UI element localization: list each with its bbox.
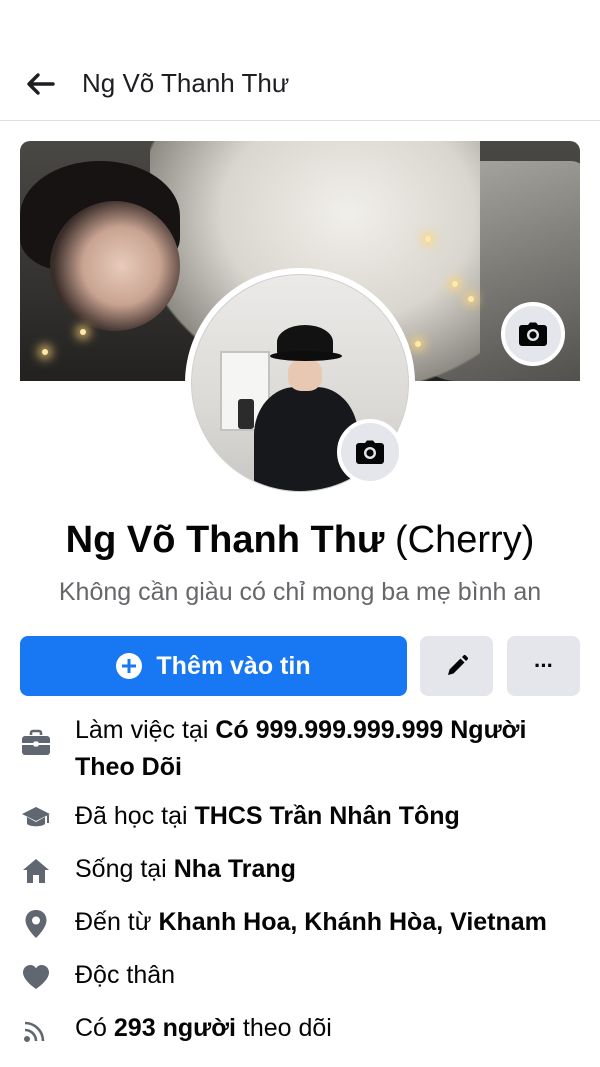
edit-profile-picture-button[interactable] [337, 419, 403, 485]
profile-name: Ng Võ Thanh Thư (Cherry) [0, 517, 600, 563]
detail-work-prefix: Làm việc tại [75, 716, 216, 744]
detail-from-value[interactable]: Khanh Hoa, Khánh Hòa, Vietnam [158, 908, 546, 936]
cover-photo-detail [50, 201, 180, 331]
detail-lives-prefix: Sống tại [75, 855, 174, 883]
cover-light [425, 236, 431, 242]
cover-light [80, 329, 86, 335]
location-pin-icon [20, 908, 52, 940]
detail-work-text: Làm việc tại Có 999.999.999.999 Người Th… [75, 712, 585, 786]
home-icon [20, 855, 52, 887]
heart-icon [20, 961, 52, 993]
detail-relationship-value: Độc thân [75, 961, 176, 989]
back-button[interactable] [22, 66, 58, 102]
avatar-detail [288, 359, 322, 391]
more-dots-icon: ··· [534, 653, 554, 678]
cover-light [415, 341, 421, 347]
pencil-icon [447, 655, 468, 675]
edit-profile-button[interactable] [420, 636, 493, 696]
add-to-story-button[interactable]: Thêm vào tin [20, 636, 407, 696]
detail-education-value[interactable]: THCS Trần Nhân Tông [195, 802, 460, 830]
detail-from-prefix: Đến từ [75, 908, 159, 936]
top-bar: Ng Võ Thanh Thư [0, 0, 600, 121]
arrow-left-icon [27, 73, 55, 95]
cover-light [468, 296, 474, 302]
detail-followers-prefix: Có [75, 1014, 114, 1042]
header-title: Ng Võ Thanh Thư [82, 68, 290, 98]
detail-education-text: Đã học tại THCS Trần Nhân Tông [75, 798, 585, 835]
detail-lives-value[interactable]: Nha Trang [174, 855, 296, 883]
edit-cover-photo-button[interactable] [501, 302, 565, 366]
profile-alternate-name: (Cherry) [395, 519, 535, 561]
detail-from-text: Đến từ Khanh Hoa, Khánh Hòa, Vietnam [75, 904, 585, 941]
profile-actions: Thêm vào tin ··· [20, 636, 580, 696]
detail-followers-count[interactable]: 293 người [114, 1014, 236, 1042]
detail-lives-text: Sống tại Nha Trang [75, 851, 585, 888]
graduation-cap-icon [20, 802, 52, 834]
detail-relationship-text: Độc thân [75, 957, 585, 994]
profile-bio: Không cần giàu có chỉ mong ba mẹ bình an [58, 578, 542, 606]
detail-education-prefix: Đã học tại [75, 802, 195, 830]
detail-followers-suffix: theo dõi [235, 1014, 332, 1042]
detail-followers-text: Có 293 người theo dõi [75, 1010, 585, 1047]
briefcase-icon [20, 727, 52, 759]
rss-icon [20, 1014, 52, 1046]
avatar-detail [238, 399, 254, 429]
more-options-button[interactable]: ··· [507, 636, 580, 696]
camera-icon [519, 322, 547, 346]
cover-light [452, 281, 458, 287]
avatar-detail [270, 351, 342, 361]
profile-name-main: Ng Võ Thanh Thư [65, 519, 385, 561]
add-to-story-label: Thêm vào tin [156, 651, 311, 680]
cover-light [42, 349, 48, 355]
camera-icon [356, 440, 384, 464]
plus-circle-icon [116, 653, 143, 679]
